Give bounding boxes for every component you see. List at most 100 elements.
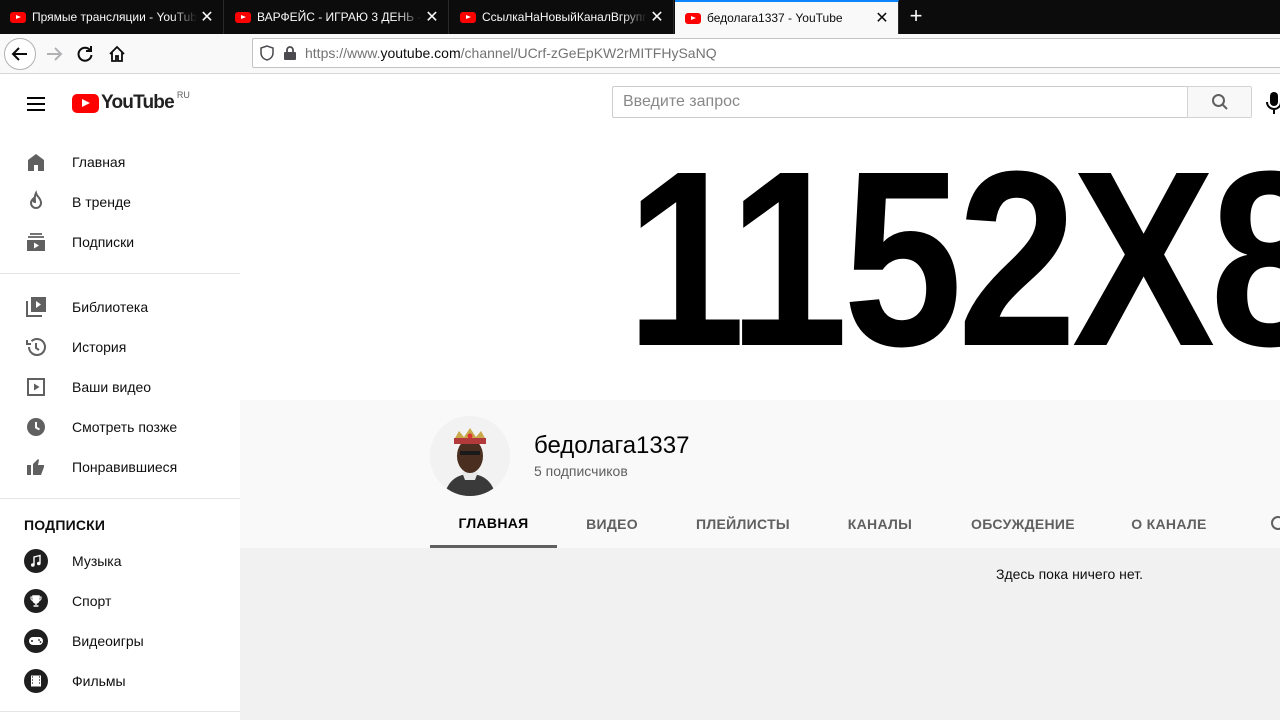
search-icon xyxy=(1211,94,1228,110)
sidebar-item-your-videos[interactable]: Ваши видео xyxy=(0,367,240,407)
tab-title: бедолага1337 - YouTube xyxy=(707,11,843,25)
sidebar-item-subscriptions[interactable]: Подписки xyxy=(0,222,240,262)
trophy-icon xyxy=(24,589,48,613)
tab-playlists[interactable]: ПЛЕЙЛИСТЫ xyxy=(667,500,819,548)
tab-channels[interactable]: КАНАЛЫ xyxy=(819,500,941,548)
arrow-right-icon xyxy=(47,47,63,61)
tab-videos[interactable]: ВИДЕО xyxy=(557,500,667,548)
channel-header: бедолага1337 5 подписчиков ГЛАВНАЯ ВИДЕО… xyxy=(240,400,1280,548)
microphone-icon[interactable] xyxy=(1266,92,1280,114)
channel-avatar[interactable] xyxy=(430,416,510,496)
tab-about[interactable]: О КАНАЛЕ xyxy=(1105,500,1233,548)
back-button[interactable] xyxy=(4,38,36,70)
forward-button[interactable] xyxy=(38,38,70,70)
youtube-favicon-icon xyxy=(235,11,251,23)
tab-title: ВАРФЕЙС - ИГРАЮ 3 ДЕНЬ - YouTube xyxy=(257,10,422,24)
sidebar-item-label: Фильмы xyxy=(72,673,126,689)
close-tab-icon[interactable]: ✕ xyxy=(197,7,217,27)
sidebar-item-label: Подписки xyxy=(72,234,135,250)
new-tab-icon[interactable]: + xyxy=(903,3,929,29)
browser-nav-bar: https://www.youtube.com/channel/UCrf-zGe… xyxy=(0,34,1280,74)
flame-icon xyxy=(29,190,43,209)
tab-title: СсылкаНаНовыйКаналВгруппе xyxy=(482,10,647,24)
empty-state-message: Здесь пока ничего нет. xyxy=(996,566,1143,582)
youtube-favicon-icon xyxy=(10,11,26,23)
sidebar-divider xyxy=(0,711,240,712)
sidebar-item-history[interactable]: История xyxy=(0,327,240,367)
your-videos-icon xyxy=(27,378,45,396)
browser-tab-channel[interactable]: бедолага1337 - YouTube ✕ xyxy=(675,0,899,34)
browser-tab-link[interactable]: СсылкаНаНовыйКаналВгруппе ✕ xyxy=(450,0,674,34)
tab-title: Прямые трансляции - YouTube xyxy=(32,10,197,24)
sidebar-item-gaming[interactable]: Видеоигры xyxy=(0,621,240,661)
sidebar-item-label: Смотреть позже xyxy=(72,419,178,435)
sidebar-item-label: В тренде xyxy=(72,194,131,210)
sidebar-divider xyxy=(0,273,240,274)
sidebar-item-label: Музыка xyxy=(72,553,122,569)
music-icon xyxy=(24,549,48,573)
url-domain: youtube.com xyxy=(380,45,461,61)
search-box[interactable] xyxy=(612,86,1188,118)
url-prefix: https://www. xyxy=(305,45,381,61)
youtube-play-icon xyxy=(72,93,99,113)
home-button[interactable] xyxy=(101,38,133,70)
subscriptions-icon xyxy=(27,233,45,251)
url-text: https://www.youtube.com/channel/UCrf-zGe… xyxy=(305,45,717,61)
history-icon xyxy=(26,338,46,356)
tracking-shield-icon[interactable] xyxy=(259,45,275,61)
arrow-left-icon xyxy=(11,47,27,61)
address-bar[interactable]: https://www.youtube.com/channel/UCrf-zGe… xyxy=(252,38,1280,68)
avatar-image xyxy=(430,416,510,496)
sidebar-item-home[interactable]: Главная xyxy=(0,142,240,182)
youtube-favicon-icon xyxy=(685,12,701,24)
sidebar-item-watch-later[interactable]: Смотреть позже xyxy=(0,407,240,447)
gamepad-icon xyxy=(24,629,48,653)
sidebar-item-label: Спорт xyxy=(72,593,112,609)
logo-wordmark: YouTube xyxy=(101,92,175,113)
home-icon xyxy=(28,154,44,171)
youtube-logo[interactable]: YouTube RU xyxy=(72,90,190,114)
browser-tab-live[interactable]: Прямые трансляции - YouTube ✕ xyxy=(0,0,224,34)
banner-text: 1152X8 xyxy=(626,128,1280,398)
sidebar-item-label: Понравившиеся xyxy=(72,459,178,475)
close-tab-icon[interactable]: ✕ xyxy=(872,8,892,28)
youtube-sidebar: YouTube RU Главная В тренде Подписки Биб… xyxy=(0,74,240,720)
sidebar-item-label: История xyxy=(72,339,127,355)
sidebar-item-movies[interactable]: Фильмы xyxy=(0,661,240,701)
channel-content: Здесь пока ничего нет. xyxy=(240,548,1280,720)
close-tab-icon[interactable]: ✕ xyxy=(647,7,667,27)
browser-tab-bar: Прямые трансляции - YouTube ✕ ВАРФЕЙС - … xyxy=(0,0,1280,34)
channel-banner: 1152X8 xyxy=(240,128,1280,400)
search-input[interactable] xyxy=(613,87,1188,117)
close-tab-icon[interactable]: ✕ xyxy=(422,7,442,27)
sidebar-item-liked[interactable]: Понравившиеся xyxy=(0,447,240,487)
home-icon xyxy=(109,45,125,62)
sidebar-item-library[interactable]: Библиотека xyxy=(0,287,240,327)
subscriptions-heading: ПОДПИСКИ xyxy=(24,517,106,533)
sidebar-item-music[interactable]: Музыка xyxy=(0,541,240,581)
reload-button[interactable] xyxy=(69,38,101,70)
tab-discussion[interactable]: ОБСУЖДЕНИЕ xyxy=(941,500,1105,548)
clock-icon xyxy=(27,418,45,436)
reload-icon xyxy=(77,46,93,62)
youtube-favicon-icon xyxy=(460,11,476,23)
subscriber-count: 5 подписчиков xyxy=(534,463,628,479)
lock-icon[interactable] xyxy=(283,45,297,61)
film-icon xyxy=(24,669,48,693)
thumbs-up-icon xyxy=(27,459,44,475)
sidebar-item-label: Библиотека xyxy=(72,299,149,315)
sidebar-item-label: Ваши видео xyxy=(72,379,152,395)
url-path: /channel/UCrf-zGeEpKW2rMITFHySaNQ xyxy=(460,45,717,61)
search-button[interactable] xyxy=(1187,86,1252,118)
sidebar-item-trending[interactable]: В тренде xyxy=(0,182,240,222)
channel-name: бедолага1337 xyxy=(534,432,690,459)
tab-home[interactable]: ГЛАВНАЯ xyxy=(430,500,557,548)
channel-search-icon[interactable] xyxy=(1268,512,1280,534)
sidebar-divider xyxy=(0,498,240,499)
browser-tab-warface[interactable]: ВАРФЕЙС - ИГРАЮ 3 ДЕНЬ - YouTube ✕ xyxy=(225,0,449,34)
sidebar-item-sport[interactable]: Спорт xyxy=(0,581,240,621)
library-icon xyxy=(26,297,46,317)
hamburger-menu-icon[interactable] xyxy=(24,92,48,116)
logo-region: RU xyxy=(176,90,190,100)
sidebar-item-label: Главная xyxy=(72,154,126,170)
